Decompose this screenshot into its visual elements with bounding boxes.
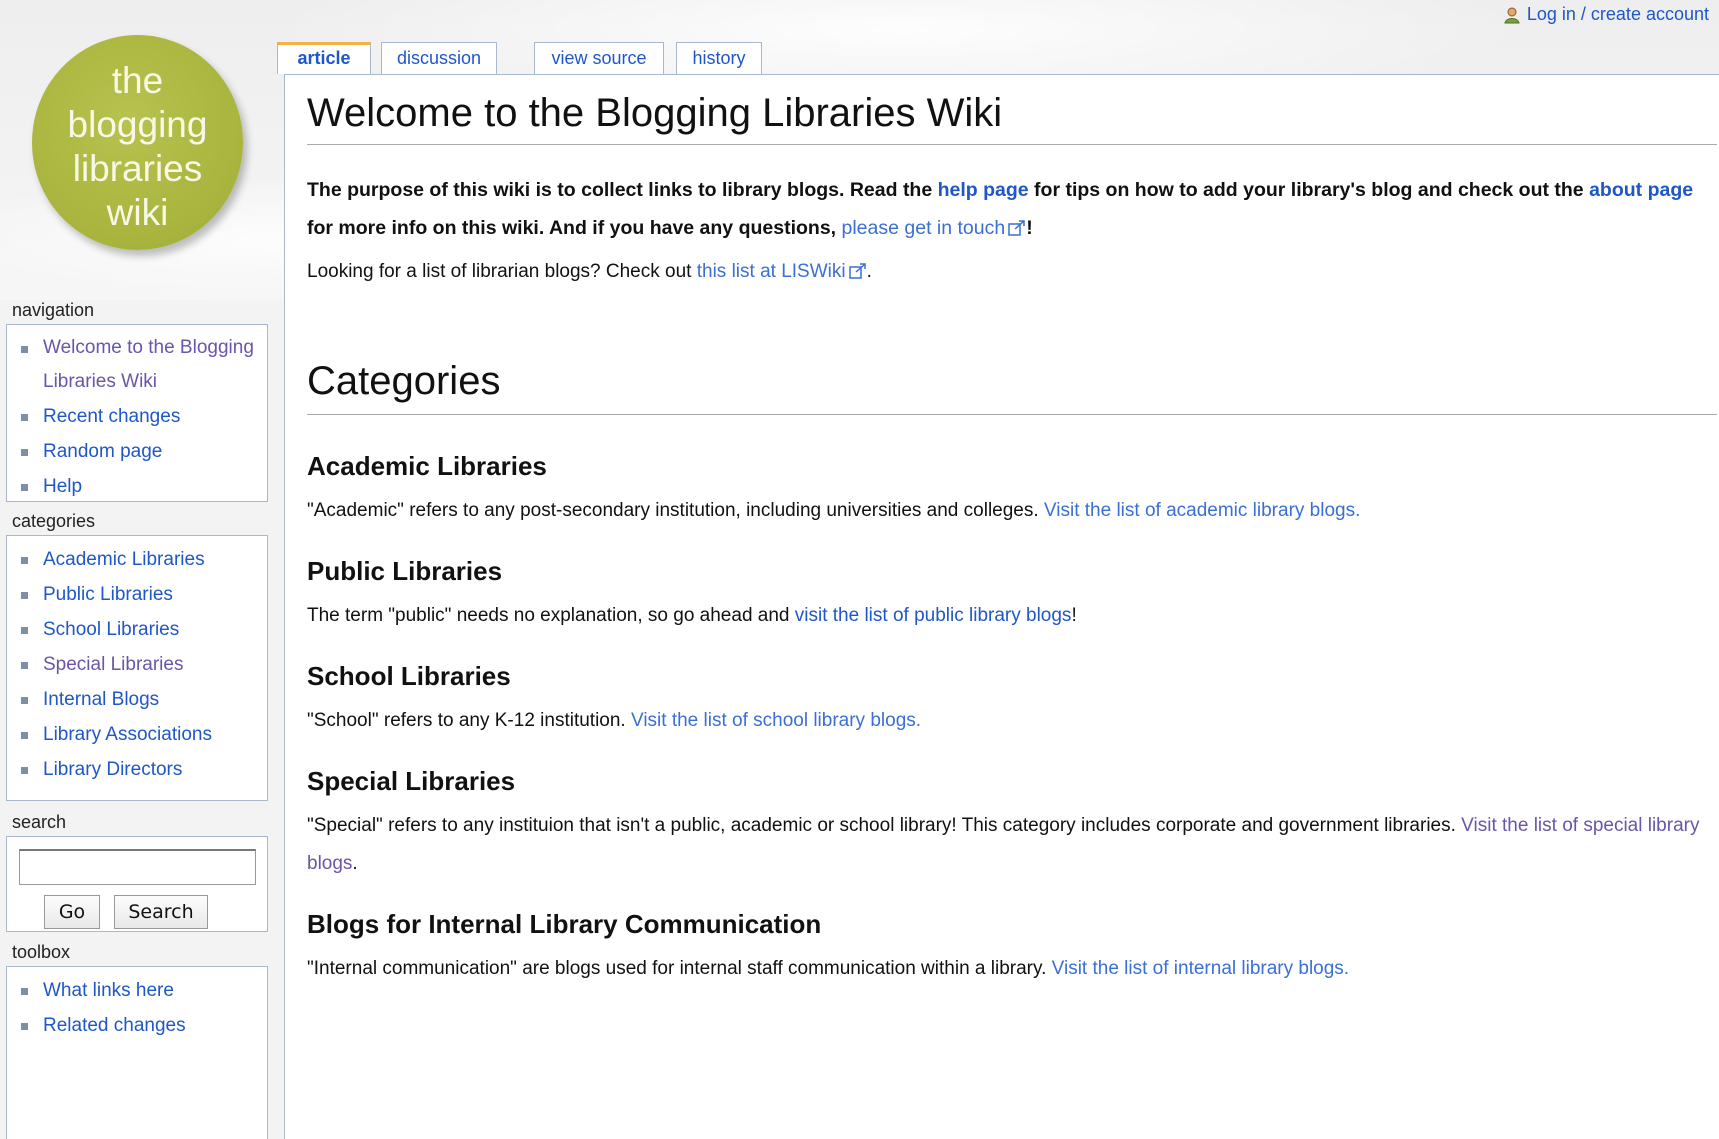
external-link-icon [1008, 220, 1025, 236]
category-item[interactable]: Internal Blogs [17, 682, 267, 717]
logo-line: blogging [67, 104, 208, 145]
nav-item-recent-changes[interactable]: Recent changes [17, 399, 267, 434]
section-text: "Internal communication" are blogs used … [307, 950, 1717, 988]
intro-text: for more info on this wiki. And if you h… [307, 217, 842, 239]
toolbox-item-label[interactable]: Related changes [43, 1015, 186, 1036]
section-text: The term "public" needs no explanation, … [307, 597, 1717, 635]
section-text: "School" refers to any K-12 institution.… [307, 702, 1717, 740]
toolbox-title: toolbox [12, 942, 71, 962]
section-body: The term "public" needs no explanation, … [307, 605, 795, 626]
categories-portlet: Academic Libraries Public Libraries Scho… [6, 535, 268, 801]
tab-article[interactable]: article [277, 42, 371, 74]
section-heading: Public Libraries [307, 556, 503, 586]
search-input[interactable] [19, 849, 256, 885]
toolbox-item-what-links-here[interactable]: What links here [17, 973, 267, 1008]
category-item-label[interactable]: Academic Libraries [43, 549, 205, 570]
nav-item-label[interactable]: Welcome to the Blogging Libraries Wiki [43, 337, 254, 392]
look-text: Looking for a list of librarian blogs? C… [307, 261, 697, 282]
section-text: "Academic" refers to any post-secondary … [307, 492, 1717, 530]
intro-text: for tips on how to add your library's bl… [1028, 179, 1590, 201]
intro-text: The purpose of this wiki is to collect l… [307, 179, 938, 201]
nav-item-label[interactable]: Random page [43, 441, 162, 462]
category-item-label[interactable]: Library Associations [43, 724, 212, 745]
go-button[interactable]: Go [44, 895, 100, 929]
user-icon [1504, 7, 1520, 23]
main-content: Welcome to the Blogging Libraries Wiki T… [284, 74, 1719, 1139]
user-bar: Log in / create account [1503, 4, 1709, 25]
categories-heading: Categories [307, 359, 1717, 415]
site-logo[interactable]: the blogging libraries wiki [32, 35, 243, 250]
section-body: "Internal communication" are blogs used … [307, 958, 1052, 979]
login-link[interactable]: Log in / create account [1527, 4, 1709, 25]
section-link[interactable]: Visit the list of academic library blogs… [1044, 500, 1360, 521]
category-item-label[interactable]: School Libraries [43, 619, 179, 640]
category-item[interactable]: Public Libraries [17, 577, 267, 612]
section-heading: Blogs for Internal Library Communication [307, 909, 822, 939]
nav-item-random-page[interactable]: Random page [17, 434, 267, 469]
logo-line: libraries [72, 148, 203, 189]
section-heading: Academic Libraries [307, 451, 547, 481]
section-text: "Special" refers to any instituion that … [307, 807, 1717, 883]
logo-line: the [111, 60, 164, 101]
category-item-label[interactable]: Library Directors [43, 759, 182, 780]
search-portlet: Go Search [6, 836, 268, 932]
logo-line: wiki [106, 192, 169, 233]
nav-item-label[interactable]: Help [43, 476, 82, 497]
about-page-link[interactable]: about page [1589, 179, 1693, 201]
toolbox-portlet: What links here Related changes [6, 966, 268, 1139]
category-item[interactable]: Library Directors [17, 752, 267, 787]
category-item[interactable]: Special Libraries [17, 647, 267, 682]
look-text: . [866, 261, 872, 282]
section-after: ! [1071, 605, 1077, 626]
liswiki-link[interactable]: this list at LISWiki [697, 261, 846, 282]
section-link[interactable]: Visit the list of internal library blogs… [1052, 958, 1349, 979]
nav-item-main-page[interactable]: Welcome to the Blogging Libraries Wiki [17, 331, 267, 399]
section-body: "School" refers to any K-12 institution. [307, 710, 631, 731]
tab-discussion[interactable]: discussion [381, 42, 497, 74]
navigation-title: navigation [12, 300, 95, 320]
contact-link[interactable]: please get in touch [842, 217, 1006, 239]
category-item[interactable]: Academic Libraries [17, 542, 267, 577]
tab-view-source[interactable]: view source [534, 42, 664, 74]
category-item[interactable]: School Libraries [17, 612, 267, 647]
section-after: . [352, 853, 358, 874]
section-body: "Special" refers to any instituion that … [307, 815, 1462, 836]
navigation-portlet: Welcome to the Blogging Libraries Wiki R… [6, 324, 268, 502]
toolbox-item-related-changes[interactable]: Related changes [17, 1008, 267, 1043]
nav-item-label[interactable]: Recent changes [43, 406, 180, 427]
intro-text: ! [1026, 217, 1033, 239]
toolbox-item-label[interactable]: What links here [43, 980, 174, 1001]
nav-item-help[interactable]: Help [17, 469, 267, 504]
section-heading: School Libraries [307, 661, 511, 691]
category-item-label[interactable]: Internal Blogs [43, 689, 159, 710]
section-body: "Academic" refers to any post-secondary … [307, 500, 1044, 521]
section-heading: Special Libraries [307, 766, 516, 796]
search-title: search [12, 812, 67, 832]
help-page-link[interactable]: help page [938, 179, 1029, 201]
liswiki-paragraph: Looking for a list of librarian blogs? C… [307, 257, 1719, 287]
external-link-icon [848, 263, 866, 279]
category-item-label[interactable]: Special Libraries [43, 654, 183, 675]
search-button[interactable]: Search [114, 895, 208, 929]
section-link[interactable]: visit the list of public library blogs [795, 605, 1072, 626]
tab-history[interactable]: history [676, 42, 762, 74]
category-item[interactable]: Library Associations [17, 717, 267, 752]
intro-paragraph: The purpose of this wiki is to collect l… [307, 171, 1707, 247]
category-item-label[interactable]: Public Libraries [43, 584, 173, 605]
categories-title: categories [12, 511, 96, 531]
section-link[interactable]: Visit the list of school library blogs. [631, 710, 921, 731]
page-title: Welcome to the Blogging Libraries Wiki [307, 91, 1717, 145]
